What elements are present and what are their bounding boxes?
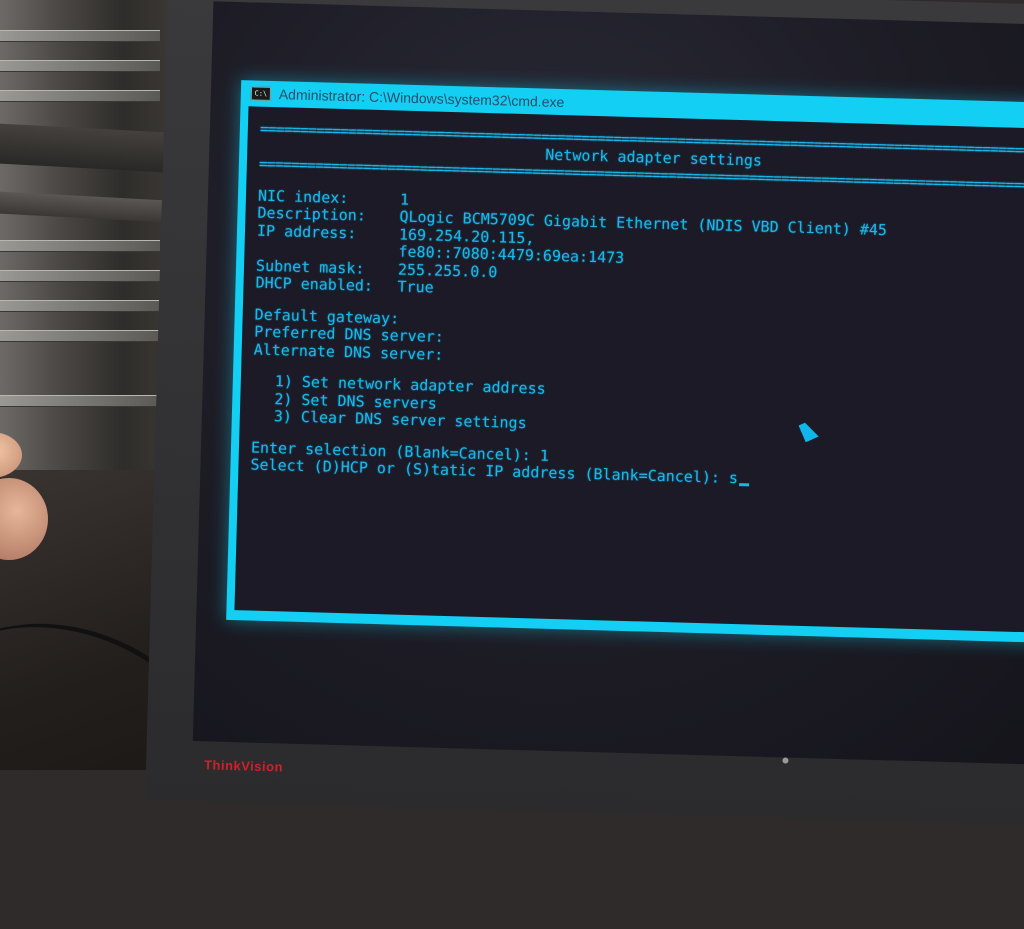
cmd-window[interactable]: C:\ Administrator: C:\Windows\system32\c… <box>226 80 1024 644</box>
console-output[interactable]: ========================================… <box>234 106 1024 634</box>
field-label: IP address: <box>256 222 399 261</box>
monitor: C:\ Administrator: C:\Windows\system32\c… <box>145 0 1024 825</box>
cmd-window-icon[interactable]: C:\ <box>251 86 271 101</box>
monitor-screen: C:\ Administrator: C:\Windows\system32\c… <box>193 1 1024 765</box>
rack-shelf <box>0 124 165 173</box>
field-value: 1 <box>400 191 410 209</box>
window-title: Administrator: C:\Windows\system32\cmd.e… <box>279 86 565 110</box>
power-led <box>782 757 788 763</box>
monitor-brand-logo: ThinkVision <box>204 757 283 774</box>
text-cursor <box>739 483 749 486</box>
field-value: True <box>397 279 434 298</box>
rack-shelf <box>0 192 165 223</box>
